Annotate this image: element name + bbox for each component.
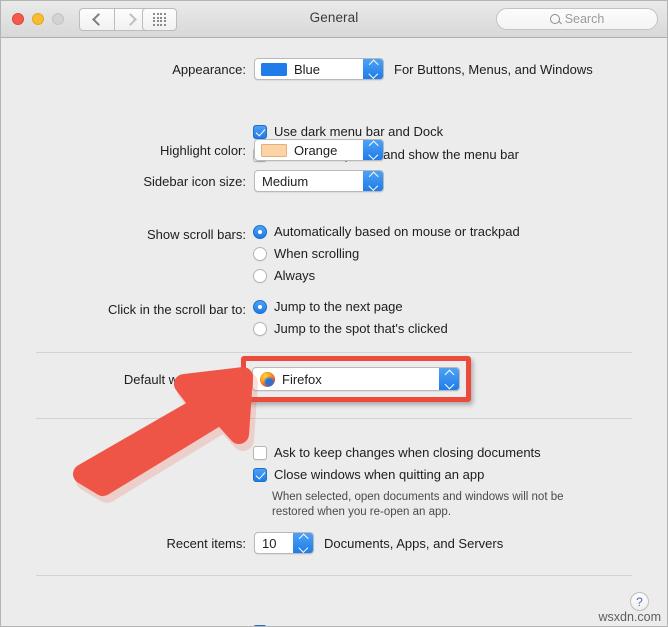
appearance-label: Appearance: xyxy=(172,62,246,77)
close-windows-quitting-label: Close windows when quitting an app xyxy=(274,467,485,482)
default-web-browser-value: Firefox xyxy=(282,371,322,387)
recent-items-value: 10 xyxy=(262,535,277,551)
sidebar-icon-size-stepper-icon[interactable] xyxy=(363,171,383,191)
show-scroll-bars-label: Show scroll bars: xyxy=(147,227,246,242)
window-title-bar: General Search xyxy=(1,1,667,38)
close-windows-quitting-checkbox[interactable] xyxy=(253,467,267,482)
recent-items-note: Documents, Apps, and Servers xyxy=(324,536,504,551)
watermark-text: wsxdn.com xyxy=(598,610,661,624)
highlight-color-stepper-icon[interactable] xyxy=(363,140,383,160)
firefox-icon xyxy=(260,371,275,387)
recent-items-stepper-icon[interactable] xyxy=(293,533,313,553)
click-scroll-option-spot-clicked[interactable]: Jump to the spot that's clicked xyxy=(253,321,448,336)
click-scroll-radio-spot-clicked[interactable] xyxy=(253,321,267,336)
appearance-stepper-icon[interactable] xyxy=(363,59,383,79)
highlight-color-value: Orange xyxy=(294,142,338,158)
appearance-value: Blue xyxy=(294,61,321,77)
scroll-bars-option-when-scrolling[interactable]: When scrolling xyxy=(253,246,359,261)
section-divider xyxy=(36,352,632,353)
default-web-browser-stepper-icon[interactable] xyxy=(439,368,459,390)
click-scroll-radio-next-page[interactable] xyxy=(253,299,267,314)
scroll-bars-radio-always[interactable] xyxy=(253,268,267,283)
sidebar-icon-size-select[interactable]: Medium xyxy=(254,170,384,192)
dark-menu-bar-label: Use dark menu bar and Dock xyxy=(274,124,444,139)
highlight-color-label: Highlight color: xyxy=(160,143,246,158)
click-scroll-bar-label: Click in the scroll bar to: xyxy=(108,302,246,317)
system-preferences-window: General Search Appearance: Blue For Butt… xyxy=(0,0,668,627)
sidebar-icon-size-value: Medium xyxy=(262,173,309,189)
help-button-label: ? xyxy=(636,594,643,609)
close-windows-quitting-checkbox-row[interactable]: Close windows when quitting an app xyxy=(253,467,484,482)
ask-keep-changes-checkbox-row[interactable]: Ask to keep changes when closing documen… xyxy=(253,445,541,460)
highlight-color-swatch xyxy=(261,143,287,157)
scroll-bars-option-always[interactable]: Always xyxy=(253,268,315,283)
recent-items-label: Recent items: xyxy=(166,536,246,551)
sidebar-icon-size-label: Sidebar icon size: xyxy=(143,174,246,189)
recent-items-select[interactable]: 10 xyxy=(254,532,314,554)
scroll-bars-option-label: When scrolling xyxy=(274,246,360,261)
scroll-bars-radio-when-scrolling[interactable] xyxy=(253,246,267,261)
scroll-bars-option-label: Always xyxy=(274,268,316,283)
section-divider xyxy=(36,575,632,576)
default-web-browser-label: Default web browser: xyxy=(123,372,246,387)
search-placeholder: Search xyxy=(564,12,605,26)
scroll-bars-option-label: Automatically based on mouse or trackpad xyxy=(274,224,520,239)
dark-menu-bar-checkbox[interactable] xyxy=(253,124,267,139)
search-input[interactable]: Search xyxy=(496,8,658,30)
search-icon xyxy=(549,14,560,24)
appearance-color-swatch xyxy=(261,62,287,76)
default-web-browser-select[interactable]: Firefox xyxy=(252,367,460,391)
dark-menu-bar-checkbox-row[interactable]: Use dark menu bar and Dock xyxy=(253,124,443,139)
help-button[interactable]: ? xyxy=(630,592,649,611)
scroll-bars-option-automatic[interactable]: Automatically based on mouse or trackpad xyxy=(253,224,520,239)
click-scroll-option-next-page[interactable]: Jump to the next page xyxy=(253,299,403,314)
ask-keep-changes-checkbox[interactable] xyxy=(253,445,267,460)
ask-keep-changes-label: Ask to keep changes when closing documen… xyxy=(274,445,541,460)
highlight-color-select[interactable]: Orange xyxy=(254,139,384,161)
scroll-bars-radio-automatic[interactable] xyxy=(253,224,267,239)
appearance-note: For Buttons, Menus, and Windows xyxy=(394,62,593,77)
click-scroll-option-label: Jump to the spot that's clicked xyxy=(274,321,448,336)
close-windows-help-text: When selected, open documents and window… xyxy=(272,491,564,518)
appearance-select[interactable]: Blue xyxy=(254,58,384,80)
general-preferences-pane: Appearance: Blue For Buttons, Menus, and… xyxy=(1,38,667,626)
click-scroll-option-label: Jump to the next page xyxy=(274,299,403,314)
section-divider xyxy=(36,418,632,419)
